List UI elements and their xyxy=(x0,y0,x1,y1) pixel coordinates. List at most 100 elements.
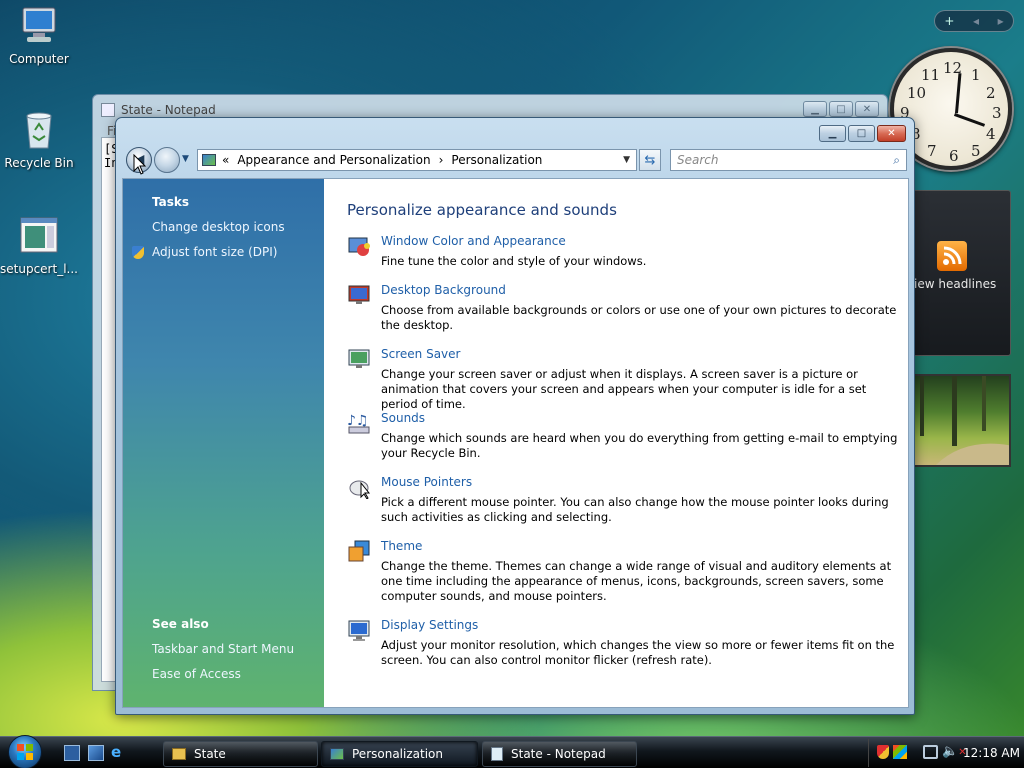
see-also-header: See also xyxy=(152,617,209,631)
item-mouse-pointers: Mouse Pointers Pick a different mouse po… xyxy=(347,475,895,530)
desktop-icon-recycle-bin[interactable]: Recycle Bin xyxy=(0,108,78,170)
item-theme: Theme Change the theme. Themes can chang… xyxy=(347,539,895,609)
item-link[interactable]: Display Settings xyxy=(381,618,478,632)
screen-saver-icon xyxy=(347,347,371,371)
notepad-title: State - Notepad xyxy=(121,103,216,117)
recycle-bin-icon xyxy=(17,108,61,152)
clock-number: 2 xyxy=(986,84,996,102)
clock-minute-hand xyxy=(955,73,962,114)
computer-icon xyxy=(17,4,61,48)
item-description: Choose from available backgrounds or col… xyxy=(381,303,897,332)
item-link[interactable]: Theme xyxy=(381,539,422,553)
shield-icon xyxy=(132,246,144,259)
address-dropdown-icon[interactable]: ▼ xyxy=(623,155,630,165)
item-description: Pick a different mouse pointer. You can … xyxy=(381,495,889,524)
item-link[interactable]: Mouse Pointers xyxy=(381,475,472,489)
start-button[interactable] xyxy=(8,735,48,768)
clock-number: 6 xyxy=(949,147,959,165)
taskbar-button-state[interactable]: State xyxy=(163,741,318,767)
item-link[interactable]: Sounds xyxy=(381,411,425,425)
previous-icon[interactable]: ◂ xyxy=(973,14,979,28)
item-link[interactable]: Screen Saver xyxy=(381,347,460,361)
refresh-button[interactable]: ⇆ xyxy=(639,149,661,171)
theme-icon xyxy=(347,539,371,563)
windows-logo-icon xyxy=(8,735,42,768)
desktop-icon-setupcert[interactable]: setupcert_l... xyxy=(0,214,78,276)
sidebar-gadget-controls[interactable]: + ◂ ▸ xyxy=(934,10,1014,32)
internet-explorer-icon[interactable]: e xyxy=(111,745,127,761)
rss-icon xyxy=(937,241,967,271)
close-button[interactable]: ✕ xyxy=(877,125,906,142)
slideshow-gadget[interactable] xyxy=(910,374,1011,467)
see-also-ease-of-access[interactable]: Ease of Access xyxy=(152,667,241,681)
notepad-icon xyxy=(491,747,503,761)
address-overflow-chevron[interactable]: « xyxy=(222,153,229,167)
maximize-button[interactable]: □ xyxy=(848,125,875,142)
taskbar-button-label: State xyxy=(194,747,226,761)
navigation-bar: ◀ ▼ « Appearance and Personalization › P… xyxy=(122,146,910,176)
forward-button[interactable] xyxy=(154,147,180,173)
minimize-button[interactable]: ▁ xyxy=(819,125,846,142)
maximize-button[interactable]: □ xyxy=(829,101,853,117)
task-pane: Tasks Change desktop icons Adjust font s… xyxy=(123,179,324,707)
tasks-header: Tasks xyxy=(152,195,190,209)
windows-update-icon[interactable] xyxy=(893,745,907,759)
desktop-icon-label: setupcert_l... xyxy=(0,262,78,276)
breadcrumb-separator[interactable]: › xyxy=(439,153,444,167)
taskbar: e State Personalization State - Notepad … xyxy=(0,735,1024,768)
switch-windows-icon[interactable] xyxy=(88,745,104,761)
display-icon xyxy=(347,618,371,642)
feed-headlines-gadget[interactable]: iew headlines xyxy=(910,190,1011,356)
clock-hour-hand xyxy=(953,113,986,127)
add-gadget-icon[interactable]: + xyxy=(944,14,954,28)
desktop-background-icon xyxy=(347,283,371,307)
item-link[interactable]: Window Color and Appearance xyxy=(381,234,566,248)
item-window-color: Window Color and Appearance Fine tune th… xyxy=(347,234,895,274)
address-bar[interactable]: « Appearance and Personalization › Perso… xyxy=(197,149,637,171)
next-icon[interactable]: ▸ xyxy=(998,14,1004,28)
taskbar-button-personalization[interactable]: Personalization xyxy=(321,741,478,767)
task-change-desktop-icons[interactable]: Change desktop icons xyxy=(152,220,285,234)
item-link[interactable]: Desktop Background xyxy=(381,283,506,297)
clock-number: 5 xyxy=(971,142,981,160)
item-description: Adjust your monitor resolution, which ch… xyxy=(381,638,895,667)
item-description: Change your screen saver or adjust when … xyxy=(381,367,867,411)
notepad-caption-buttons: ▁ □ ✕ xyxy=(803,101,879,117)
see-also-taskbar[interactable]: Taskbar and Start Menu xyxy=(152,642,294,656)
desktop-icon-label: Recycle Bin xyxy=(4,156,74,170)
clock-number: 1 xyxy=(971,66,981,84)
mouse-cursor-icon xyxy=(133,154,147,175)
forest-image xyxy=(920,376,1009,465)
taskbar-button-notepad[interactable]: State - Notepad xyxy=(482,741,637,767)
search-icon[interactable]: ⌕ xyxy=(893,153,900,168)
taskbar-button-label: State - Notepad xyxy=(511,747,606,761)
page-title: Personalize appearance and sounds xyxy=(347,201,617,219)
notification-area: 🔈✕ 12:18 AM xyxy=(868,739,1024,767)
clock-number: 11 xyxy=(921,66,941,84)
folder-icon xyxy=(172,748,186,760)
notepad-icon xyxy=(101,103,115,117)
personalization-icon xyxy=(330,748,344,760)
taskbar-clock[interactable]: 12:18 AM xyxy=(963,746,1020,760)
clock-number: 10 xyxy=(907,84,927,102)
show-desktop-icon[interactable] xyxy=(64,745,80,761)
task-adjust-font-size[interactable]: Adjust font size (DPI) xyxy=(152,245,277,259)
control-panel-icon xyxy=(202,154,216,166)
minimize-button[interactable]: ▁ xyxy=(803,101,827,117)
personalization-window[interactable]: ▁ □ ✕ ◀ ▼ « Appearance and Personalizati… xyxy=(115,117,915,715)
item-description: Change which sounds are heard when you d… xyxy=(381,431,898,460)
network-icon[interactable] xyxy=(923,745,938,759)
item-sounds: ♪♫ Sounds Change which sounds are heard … xyxy=(347,411,897,466)
desktop-icon-computer[interactable]: Computer xyxy=(0,4,78,66)
clock-number: 3 xyxy=(992,104,1002,122)
search-input[interactable]: Search ⌕ xyxy=(670,149,907,171)
taskbar-button-label: Personalization xyxy=(352,747,443,761)
breadcrumb-appearance[interactable]: Appearance and Personalization xyxy=(237,153,430,167)
refresh-icon: ⇆ xyxy=(644,152,656,168)
recent-pages-dropdown[interactable]: ▼ xyxy=(182,154,189,164)
security-shield-icon[interactable] xyxy=(877,745,889,759)
close-button[interactable]: ✕ xyxy=(855,101,879,117)
document-icon xyxy=(17,214,61,258)
breadcrumb-personalization[interactable]: Personalization xyxy=(451,153,542,167)
content-area: Tasks Change desktop icons Adjust font s… xyxy=(122,178,909,708)
